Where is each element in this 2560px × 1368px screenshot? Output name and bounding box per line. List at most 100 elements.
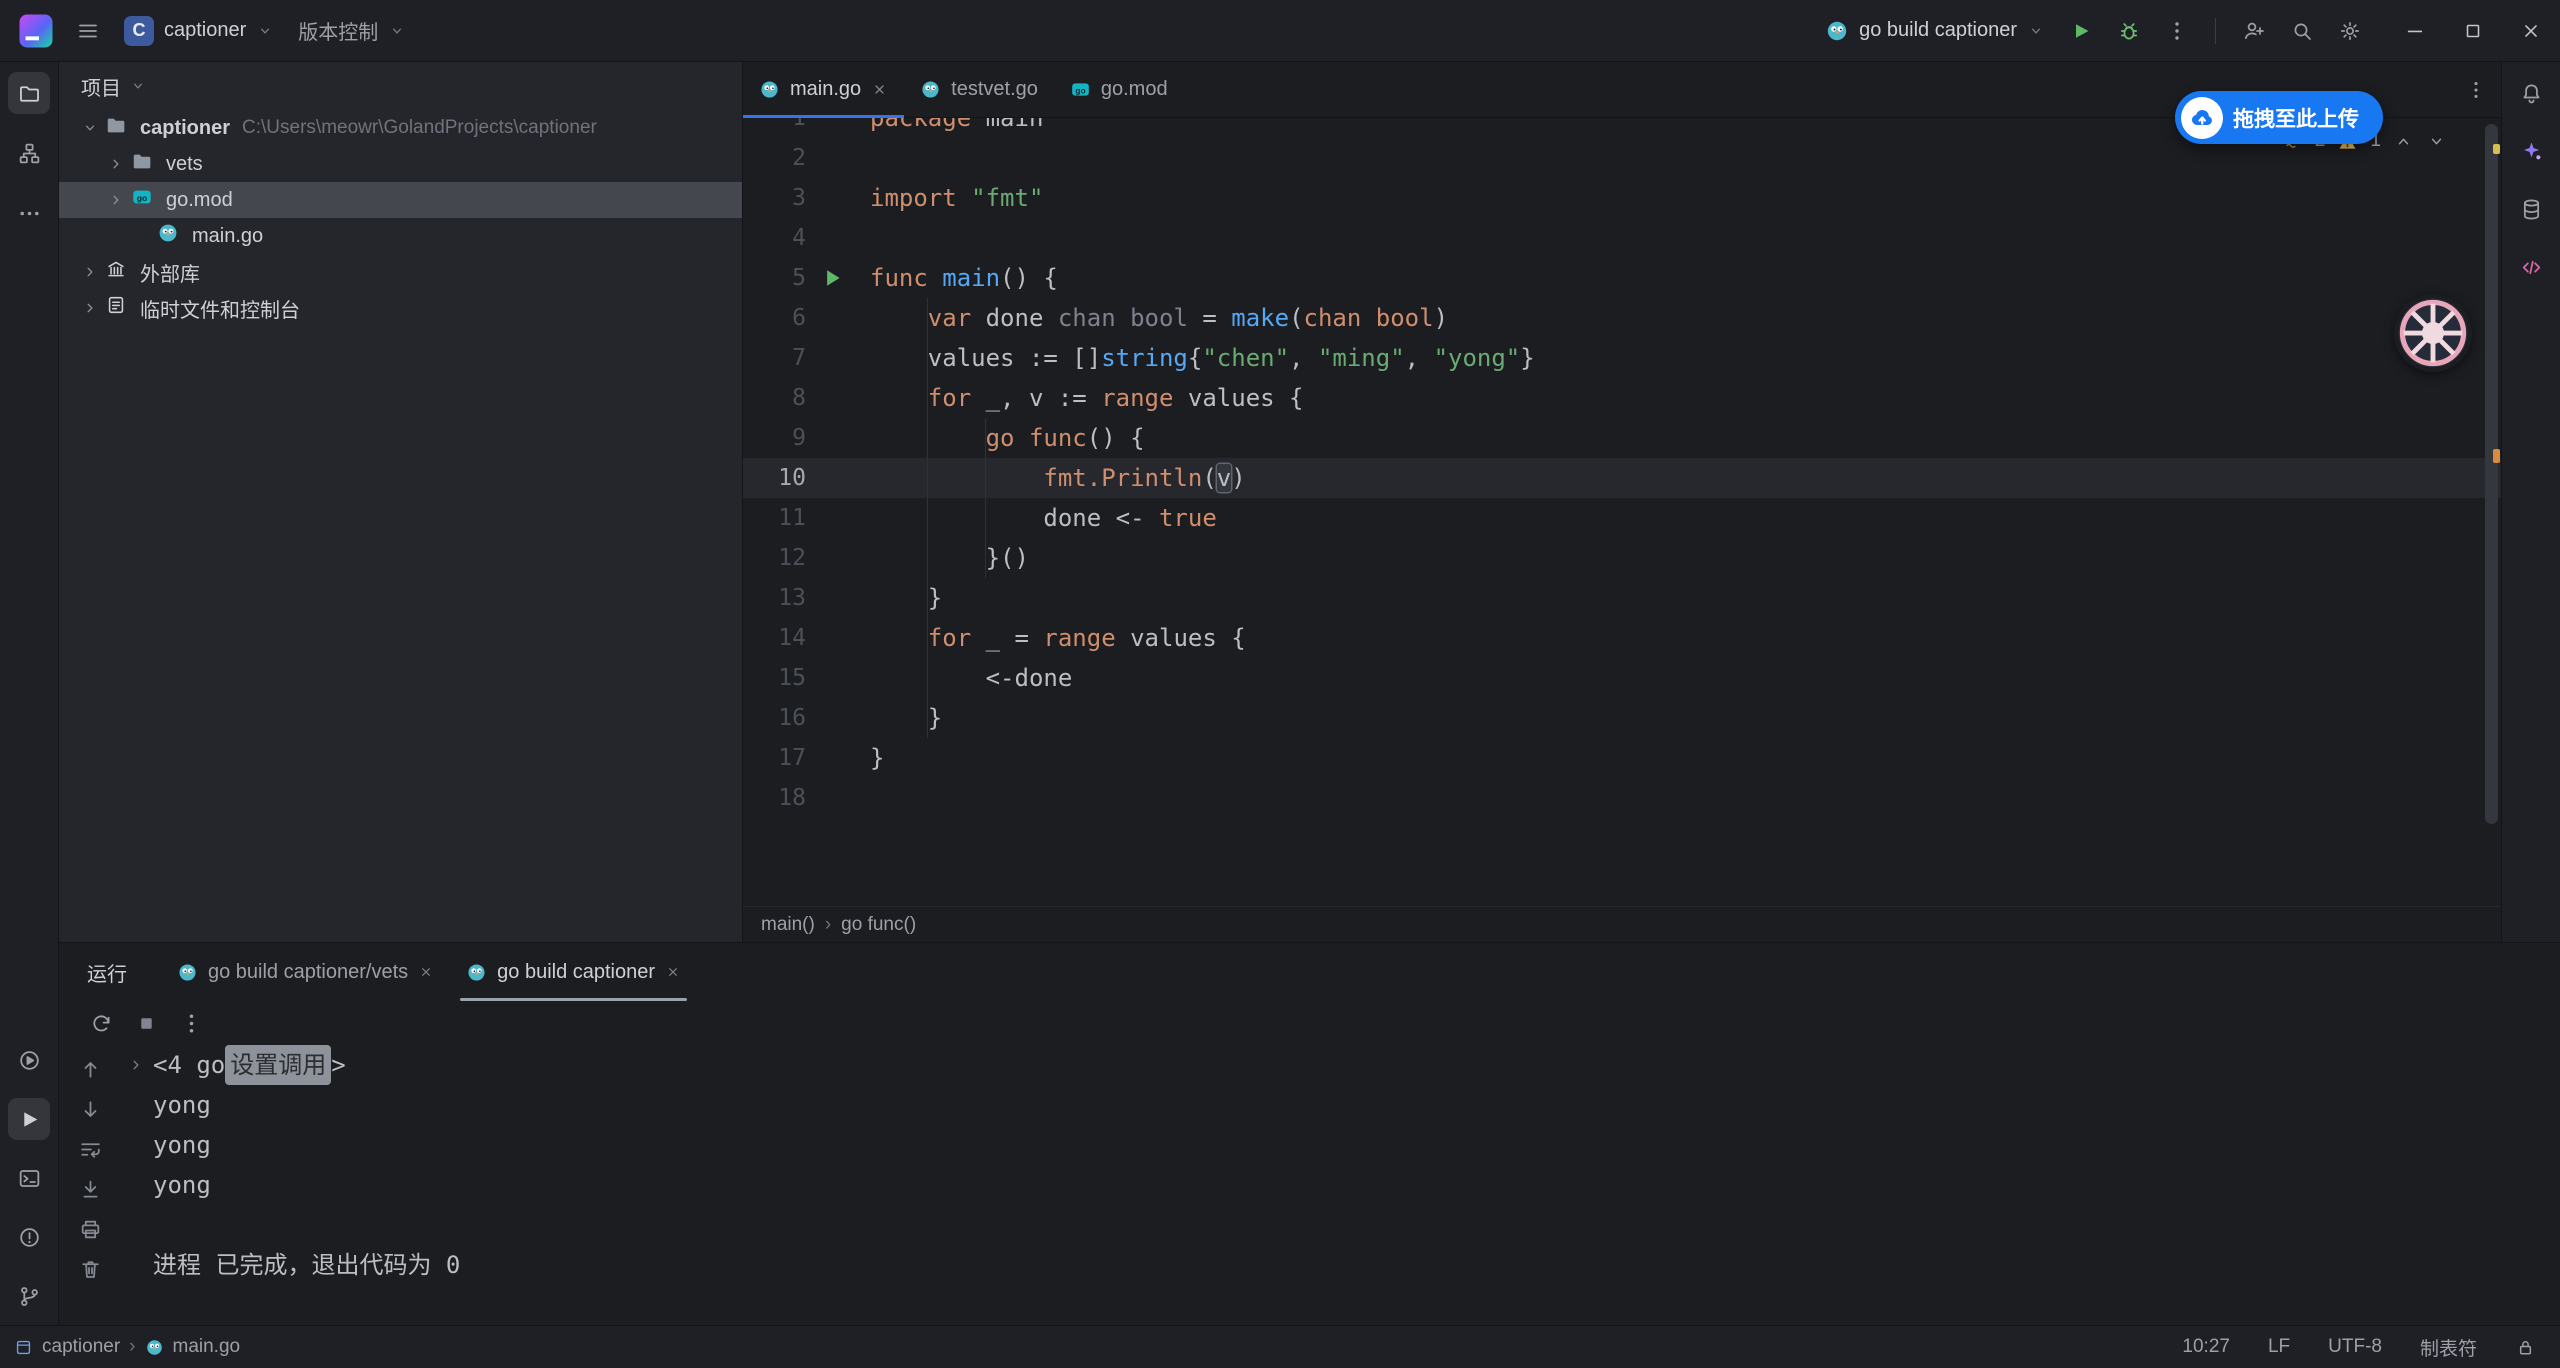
code-text[interactable]: } [870,578,942,618]
project-selector[interactable]: C captioner [112,9,286,53]
stripe-warning-mark[interactable] [2493,449,2500,463]
folded-calls-chip[interactable]: 设置调用 [225,1045,331,1085]
code-line-9[interactable]: 9 go func() { [743,418,2501,458]
terminal-tool-button[interactable] [8,1157,50,1199]
breadcrumb-item[interactable]: main() [761,914,815,936]
stripe-warning-mark[interactable] [2493,144,2500,154]
code-line-2[interactable]: 2 [743,138,2501,178]
database-tool-button[interactable] [2510,188,2552,230]
more-actions-button[interactable] [2153,9,2201,53]
code-line-16[interactable]: 16 } [743,698,2501,738]
code-line-18[interactable]: 18 [743,778,2501,818]
code-text[interactable]: } [870,738,884,778]
code-line-14[interactable]: 14 for _ = range values { [743,618,2501,658]
indent-style[interactable]: 制表符 [2420,1334,2477,1361]
run-configuration-selector[interactable]: go build captioner [1813,9,2057,53]
maximize-button[interactable] [2444,0,2502,61]
chevron-right-icon[interactable] [75,299,105,317]
chevron-right-icon[interactable] [101,191,131,209]
code-text[interactable]: package main [870,118,1043,138]
services-tool-button[interactable] [8,1039,50,1081]
editor-tab-testvet.go[interactable]: testvet.go [904,62,1054,117]
code-text[interactable]: func main() { [870,258,1058,298]
chevron-down-icon[interactable] [75,119,105,137]
tab-options-button[interactable] [2465,62,2487,117]
structure-tool-button[interactable] [8,132,50,174]
code-line-4[interactable]: 4 [743,218,2501,258]
file-encoding[interactable]: UTF-8 [2328,1336,2382,1358]
code-with-me-button[interactable] [2230,9,2278,53]
editor-tab-go.mod[interactable]: gogo.mod [1054,62,1184,117]
minimize-button[interactable] [2386,0,2444,61]
code-line-17[interactable]: 17} [743,738,2501,778]
overlay-avatar[interactable] [2394,294,2472,372]
code-line-12[interactable]: 12 }() [743,538,2501,578]
run-line-icon[interactable] [819,265,845,291]
code-line-13[interactable]: 13 } [743,578,2501,618]
code-area[interactable]: 1package main23import "fmt"45func main()… [743,118,2501,906]
close-tab-icon[interactable] [871,81,888,98]
notifications-button[interactable] [2510,72,2552,114]
stop-icon[interactable] [134,1011,159,1036]
close-tab-icon[interactable] [418,964,434,980]
vcs-selector[interactable]: 版本控制 [286,9,418,53]
debug-button[interactable] [2105,9,2153,53]
code-text[interactable]: } [870,698,942,738]
kebab-menu-icon[interactable] [179,1011,204,1036]
arrow-down-icon[interactable] [78,1097,103,1122]
tree-item-外部库[interactable]: 外部库 [59,254,742,290]
print-icon[interactable] [78,1217,103,1242]
lock-icon[interactable] [2515,1337,2536,1358]
editor-scrollbar[interactable] [2485,124,2498,824]
code-text[interactable]: go func() { [870,418,1145,458]
close-button[interactable] [2502,0,2560,61]
code-text[interactable]: <-done [870,658,1072,698]
run-button[interactable] [2057,9,2105,53]
clear-console-icon[interactable] [78,1257,103,1282]
code-text[interactable]: values := []string{"chen", "ming", "yong… [870,338,1535,378]
code-text[interactable]: for _, v := range values { [870,378,1304,418]
tree-item-临时文件和控制台[interactable]: 临时文件和控制台 [59,290,742,326]
fold-chevron-icon[interactable] [127,1045,153,1085]
code-line-15[interactable]: 15 <-done [743,658,2501,698]
upload-overlay-button[interactable]: 拖拽至此上传 [2175,91,2383,144]
breadcrumb-item[interactable]: go func() [841,914,916,936]
editor-tab-main.go[interactable]: main.go [743,62,904,117]
code-line-7[interactable]: 7 values := []string{"chen", "ming", "yo… [743,338,2501,378]
code-text[interactable]: import "fmt" [870,178,1043,218]
run-tab-go build captioner/vets[interactable]: go build captioner/vets [161,943,450,1001]
code-line-10[interactable]: 10 fmt.Println(v) [743,458,2501,498]
project-tool-button[interactable] [8,72,50,114]
endpoints-tool-button[interactable] [2510,246,2552,288]
project-panel-header[interactable]: 项目 [59,62,742,110]
tree-item-captioner[interactable]: captionerC:\Users\meowr\GolandProjects\c… [59,110,742,146]
chevron-right-icon[interactable] [75,263,105,281]
run-tab-go build captioner[interactable]: go build captioner [450,943,697,1001]
chevron-right-icon[interactable] [101,155,131,173]
soft-wrap-icon[interactable] [78,1137,103,1162]
tree-item-vets[interactable]: vets [59,146,742,182]
settings-button[interactable] [2326,9,2374,53]
ai-assistant-button[interactable] [2510,130,2552,172]
statusbar-breadcrumb[interactable]: captioner › main.go [14,1336,240,1358]
code-line-8[interactable]: 8 for _, v := range values { [743,378,2501,418]
code-line-6[interactable]: 6 var done chan bool = make(chan bool) [743,298,2501,338]
git-tool-button[interactable] [8,1275,50,1317]
code-line-5[interactable]: 5func main() { [743,258,2501,298]
prev-problem-icon[interactable] [2393,131,2414,152]
main-menu-button[interactable] [64,9,112,53]
line-separator[interactable]: LF [2268,1336,2290,1358]
code-text[interactable]: }() [870,538,1029,578]
code-text[interactable]: var done chan bool = make(chan bool) [870,298,1448,338]
console-output[interactable]: <4 go 设置调用>yongyongyong进程 已完成，退出代码为 0 [59,1045,2560,1285]
tree-item-main.go[interactable]: main.go [59,218,742,254]
search-everywhere-button[interactable] [2278,9,2326,53]
next-problem-icon[interactable] [2426,131,2447,152]
more-tools-button[interactable] [8,192,50,234]
problems-tool-button[interactable] [8,1216,50,1258]
caret-position[interactable]: 10:27 [2182,1336,2230,1358]
rerun-icon[interactable] [89,1011,114,1036]
code-line-3[interactable]: 3import "fmt" [743,178,2501,218]
code-line-11[interactable]: 11 done <- true [743,498,2501,538]
scroll-to-end-icon[interactable] [78,1177,103,1202]
